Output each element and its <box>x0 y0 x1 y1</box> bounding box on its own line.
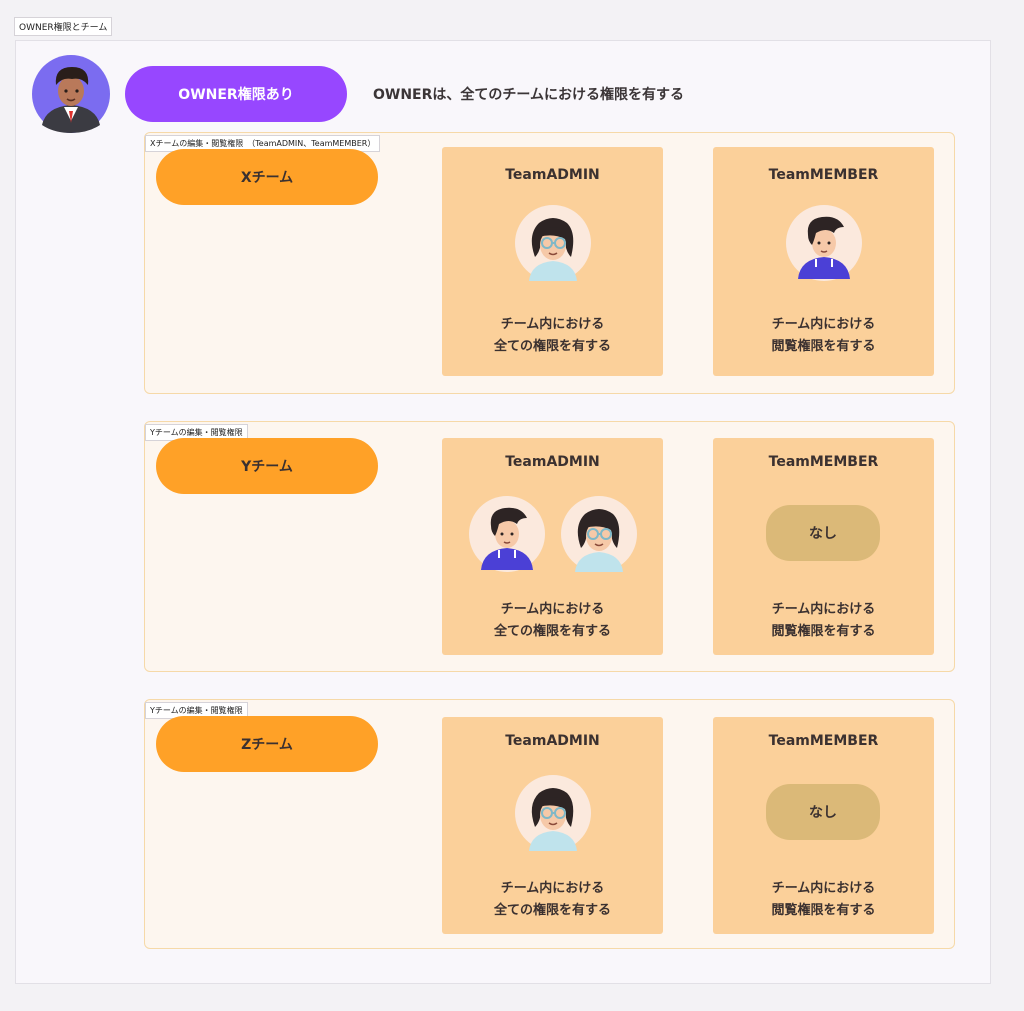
owner-description: OWNERは、全てのチームにおける権限を有する <box>373 87 684 103</box>
role-description-line2: 全ての権限を有する <box>493 339 611 354</box>
role-description-line1: チーム内における <box>500 317 605 332</box>
man-in-hoodie-avatar-icon <box>785 205 862 281</box>
role-description-line1: チーム内における <box>500 881 605 896</box>
team-y-member-card: TeamMEMBER なし チーム内における 閲覧権限を有する <box>713 438 934 655</box>
role-description-line2: 閲覧権限を有する <box>771 339 876 354</box>
avatar-group <box>713 205 934 281</box>
team-z-admin-card: TeamADMIN チーム内における 全ての権限を有する <box>442 717 663 934</box>
role-description-line2: 閲覧権限を有する <box>771 903 876 918</box>
owner-avatar-icon <box>32 55 110 133</box>
team-z-section: Yチームの編集・閲覧権限 Zチーム TeamADMIN チーム内における 全ての… <box>144 699 955 949</box>
role-title: TeamADMIN <box>505 167 600 183</box>
role-title: TeamMEMBER <box>768 454 879 470</box>
team-z-badge: Zチーム <box>156 716 378 772</box>
role-title: TeamMEMBER <box>768 167 879 183</box>
team-x-section: Xチームの編集・閲覧権限 （TeamADMIN、TeamMEMBER） Xチーム… <box>144 132 955 394</box>
team-x-admin-card: TeamADMIN チーム内における 全ての権限を有する <box>442 147 663 376</box>
role-description-line1: チーム内における <box>771 881 876 896</box>
team-x-member-card: TeamMEMBER チーム内における 閲覧権限を有する <box>713 147 934 376</box>
role-title: TeamADMIN <box>505 454 600 470</box>
team-x-badge: Xチーム <box>156 149 378 205</box>
role-description-line1: チーム内における <box>771 602 876 617</box>
role-description-line1: チーム内における <box>500 602 605 617</box>
woman-with-glasses-avatar-icon <box>514 775 591 851</box>
role-description-line2: 閲覧権限を有する <box>771 624 876 639</box>
frame-label: OWNER権限とチーム <box>14 17 113 36</box>
role-title: TeamMEMBER <box>768 733 879 749</box>
avatar-group <box>442 496 663 572</box>
avatar-group <box>442 205 663 281</box>
avatar-group <box>442 775 663 851</box>
no-member-badge: なし <box>766 784 880 840</box>
team-y-admin-card: TeamADMIN チーム内における 全ての権限を有する <box>442 438 663 655</box>
owner-permission-badge: OWNER権限あり <box>125 66 347 122</box>
woman-with-glasses-avatar-icon <box>514 205 591 281</box>
role-description-line2: 全ての権限を有する <box>493 624 611 639</box>
team-z-member-card: TeamMEMBER なし チーム内における 閲覧権限を有する <box>713 717 934 934</box>
woman-with-glasses-avatar-icon <box>560 496 637 572</box>
man-in-hoodie-avatar-icon <box>468 496 545 572</box>
role-description-line2: 全ての権限を有する <box>493 903 611 918</box>
role-description-line1: チーム内における <box>771 317 876 332</box>
role-title: TeamADMIN <box>505 733 600 749</box>
team-y-section: Yチームの編集・閲覧権限 Yチーム TeamADMIN チーム内における 全ての… <box>144 421 955 672</box>
no-member-badge: なし <box>766 505 880 561</box>
team-y-badge: Yチーム <box>156 438 378 494</box>
